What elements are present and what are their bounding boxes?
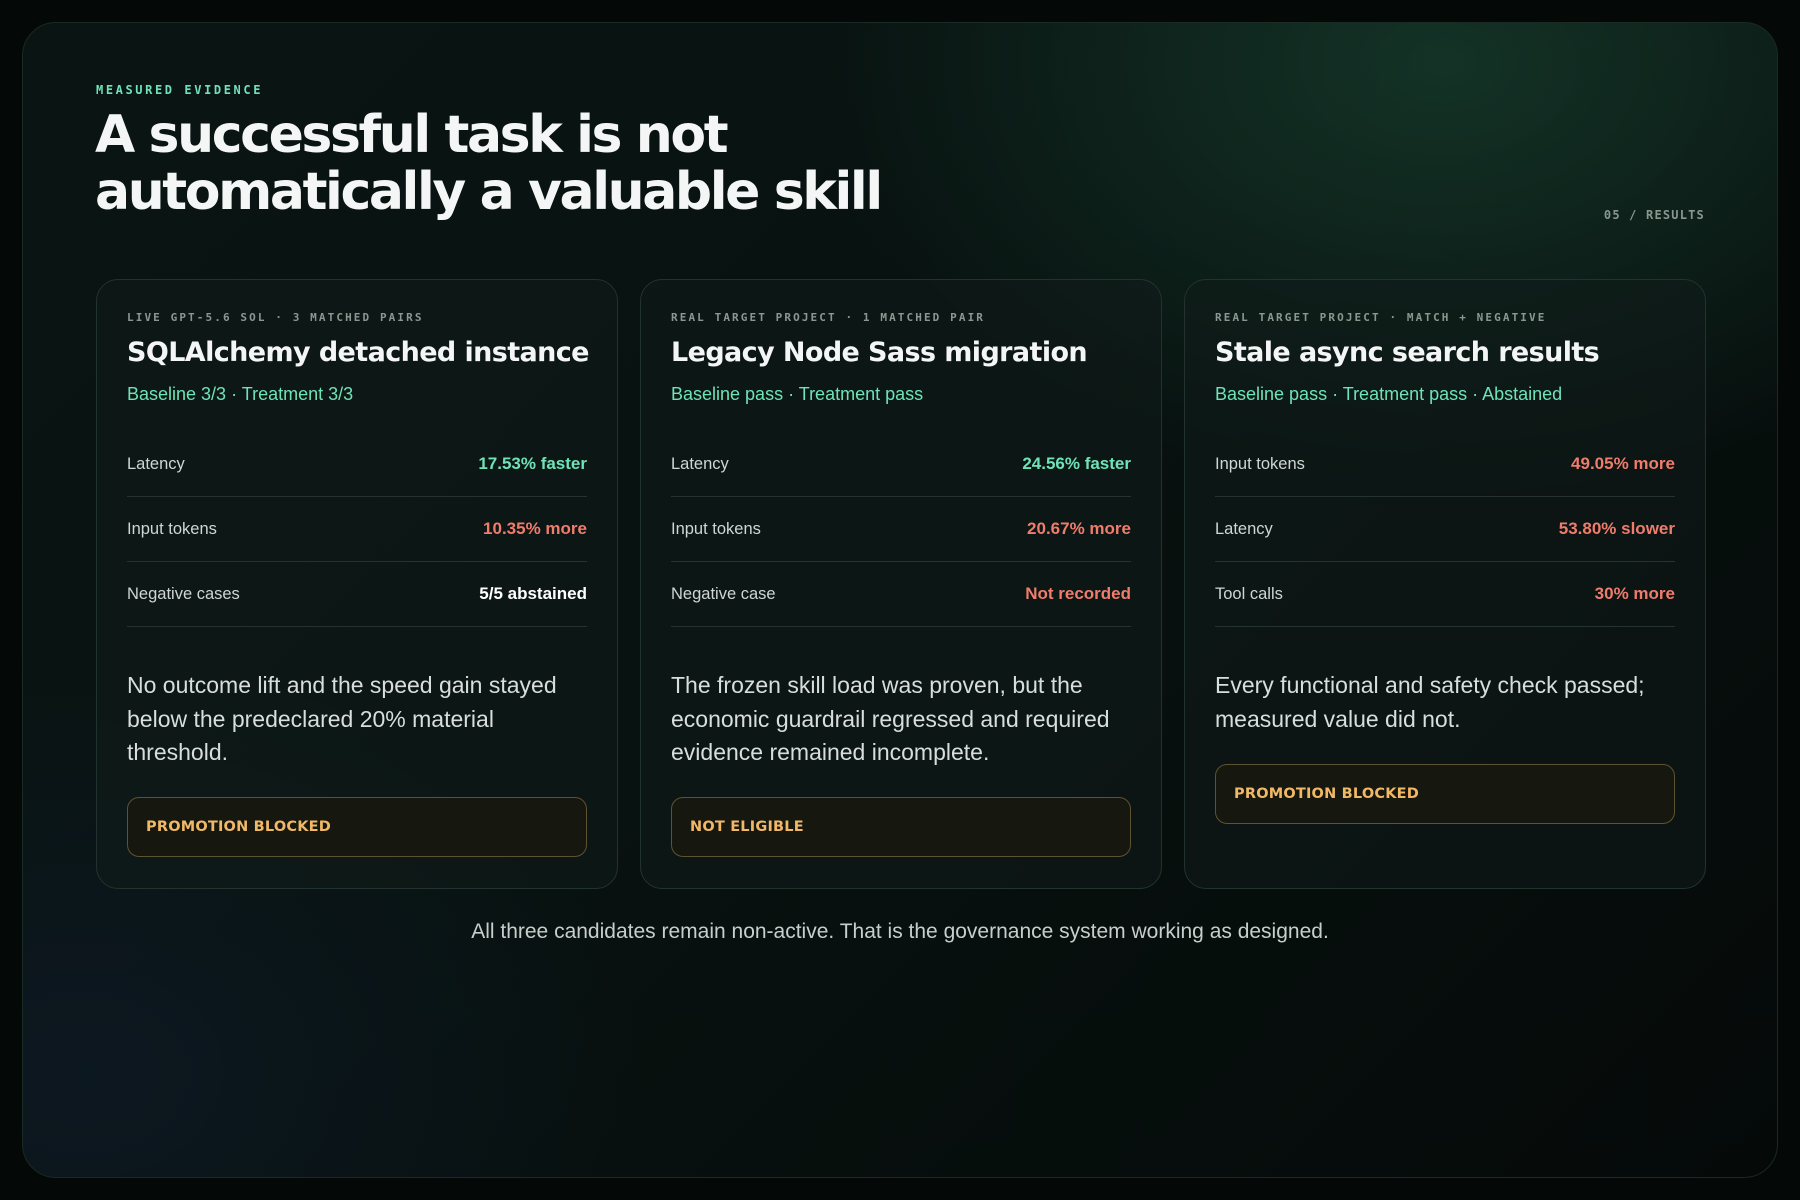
metric-value: 5/5 abstained bbox=[479, 584, 587, 603]
status-badge-label: PROMOTION BLOCKED bbox=[1234, 786, 1419, 802]
result-card-node-sass: REAL TARGET PROJECT · 1 MATCHED PAIR Leg… bbox=[640, 279, 1162, 889]
metrics-list: Latency 24.56% faster Input tokens 20.67… bbox=[671, 432, 1131, 627]
metric-row: Latency 24.56% faster bbox=[671, 432, 1131, 497]
card-title: Legacy Node Sass migration bbox=[671, 337, 1088, 368]
metric-label: Negative cases bbox=[127, 584, 240, 603]
metric-label: Input tokens bbox=[671, 519, 761, 538]
page-title: A successful task is not automatically a… bbox=[95, 105, 883, 222]
result-card-sqlalchemy: LIVE GPT-5.6 SOL · 3 MATCHED PAIRS SQLAl… bbox=[96, 279, 618, 889]
card-note: No outcome lift and the speed gain staye… bbox=[127, 672, 557, 765]
metric-row: Input tokens 10.35% more bbox=[127, 497, 587, 562]
metric-label: Input tokens bbox=[1215, 454, 1305, 473]
metric-value: 53.80% slower bbox=[1558, 519, 1675, 538]
card-kicker: REAL TARGET PROJECT · MATCH + NEGATIVE bbox=[1215, 311, 1547, 324]
metric-label: Tool calls bbox=[1215, 584, 1283, 603]
card-subtitle: Baseline pass · Treatment pass · Abstain… bbox=[1215, 384, 1563, 404]
page-number-tag: 05 / RESULTS bbox=[1603, 208, 1705, 222]
metric-label: Input tokens bbox=[127, 519, 217, 538]
card-kicker: REAL TARGET PROJECT · 1 MATCHED PAIR bbox=[671, 311, 986, 324]
metric-value: 24.56% faster bbox=[1022, 454, 1131, 473]
metrics-list: Input tokens 49.05% more Latency 53.80% … bbox=[1215, 432, 1675, 627]
status-badge: PROMOTION BLOCKED bbox=[1215, 764, 1675, 824]
metric-label: Latency bbox=[671, 454, 729, 473]
footer-caption: All three candidates remain non-active. … bbox=[471, 920, 1329, 943]
status-badge-label: PROMOTION BLOCKED bbox=[146, 819, 331, 835]
metric-value: 20.67% more bbox=[1027, 519, 1131, 538]
slide-frame: MEASURED EVIDENCE A successful task is n… bbox=[22, 22, 1778, 1178]
card-title: Stale async search results bbox=[1215, 337, 1600, 368]
metric-value: Not recorded bbox=[1025, 584, 1131, 603]
status-badge-label: NOT ELIGIBLE bbox=[690, 819, 804, 835]
metric-row: Latency 53.80% slower bbox=[1215, 497, 1675, 562]
metric-row: Tool calls 30% more bbox=[1215, 562, 1675, 627]
card-kicker: LIVE GPT-5.6 SOL · 3 MATCHED PAIRS bbox=[127, 311, 424, 324]
result-card-async-search: REAL TARGET PROJECT · MATCH + NEGATIVE S… bbox=[1184, 279, 1706, 889]
card-note: The frozen skill load was proven, but th… bbox=[671, 672, 1110, 765]
card-note: Every functional and safety check passed… bbox=[1215, 672, 1645, 732]
metric-value: 49.05% more bbox=[1571, 454, 1675, 473]
metric-label: Latency bbox=[127, 454, 185, 473]
eyebrow: MEASURED EVIDENCE bbox=[96, 83, 264, 97]
card-subtitle: Baseline pass · Treatment pass bbox=[671, 384, 924, 404]
metric-row: Latency 17.53% faster bbox=[127, 432, 587, 497]
metric-label: Negative case bbox=[671, 584, 776, 603]
metric-value: 30% more bbox=[1594, 584, 1675, 603]
metric-row: Negative cases 5/5 abstained bbox=[127, 562, 587, 627]
metric-row: Negative case Not recorded bbox=[671, 562, 1131, 627]
metric-row: Input tokens 20.67% more bbox=[671, 497, 1131, 562]
status-badge: NOT ELIGIBLE bbox=[671, 797, 1131, 857]
card-subtitle: Baseline 3/3 · Treatment 3/3 bbox=[127, 384, 354, 404]
metric-row: Input tokens 49.05% more bbox=[1215, 432, 1675, 497]
card-title: SQLAlchemy detached instance bbox=[127, 337, 589, 368]
metric-value: 17.53% faster bbox=[478, 454, 587, 473]
metric-label: Latency bbox=[1215, 519, 1273, 538]
metrics-list: Latency 17.53% faster Input tokens 10.35… bbox=[127, 432, 587, 627]
metric-value: 10.35% more bbox=[483, 519, 587, 538]
status-badge: PROMOTION BLOCKED bbox=[127, 797, 587, 857]
